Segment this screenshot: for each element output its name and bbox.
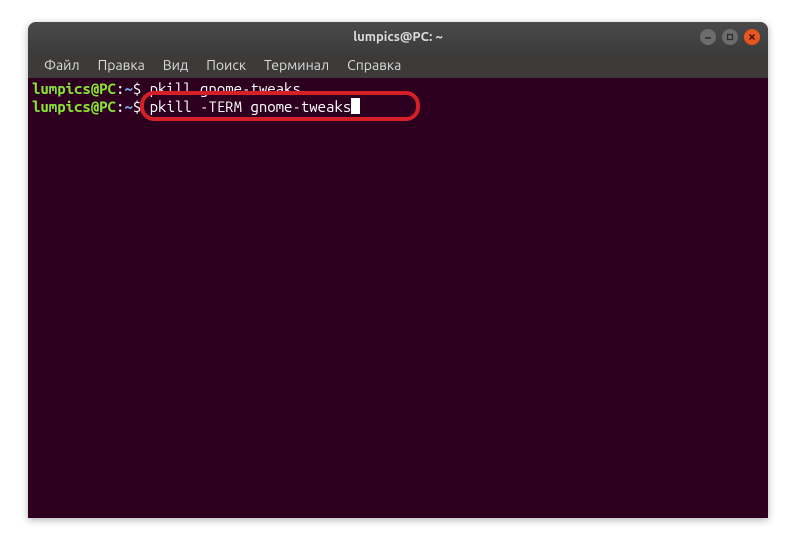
prompt-path: ~: [124, 98, 132, 116]
terminal-line: lumpics@PC:~$ pkill gnome-tweaks: [32, 80, 764, 98]
prompt-user: lumpics: [32, 98, 91, 116]
menu-help[interactable]: Справка: [339, 54, 409, 76]
prompt-dollar: $: [133, 80, 150, 98]
prompt-path: ~: [124, 80, 132, 98]
close-button[interactable]: [744, 29, 760, 45]
window-title: lumpics@PC: ~: [353, 30, 443, 44]
prompt-at: @: [91, 80, 99, 98]
command-text: pkill -TERM gnome-tweaks: [150, 98, 352, 116]
menu-file[interactable]: Файл: [36, 54, 88, 76]
maximize-button[interactable]: [722, 29, 738, 45]
prompt-host: PC: [99, 98, 116, 116]
terminal-window: lumpics@PC: ~ Файл Правка Вид Поиск Терм…: [28, 22, 768, 518]
prompt-dollar: $: [133, 98, 150, 116]
minimize-button[interactable]: [700, 29, 716, 45]
prompt-colon: :: [116, 80, 124, 98]
terminal-line: lumpics@PC:~$ pkill -TERM gnome-tweaks: [32, 98, 764, 116]
menu-terminal[interactable]: Терминал: [256, 54, 337, 76]
menubar: Файл Правка Вид Поиск Терминал Справка: [28, 52, 768, 78]
menu-edit[interactable]: Правка: [90, 54, 153, 76]
window-controls: [700, 29, 760, 45]
close-icon: [748, 33, 756, 41]
prompt-at: @: [91, 98, 99, 116]
menu-view[interactable]: Вид: [155, 54, 196, 76]
maximize-icon: [726, 33, 734, 41]
prompt-host: PC: [99, 80, 116, 98]
command-text: pkill gnome-tweaks: [150, 80, 301, 98]
menu-search[interactable]: Поиск: [198, 54, 254, 76]
terminal-body[interactable]: lumpics@PC:~$ pkill gnome-tweaks lumpics…: [28, 78, 768, 518]
prompt-user: lumpics: [32, 80, 91, 98]
prompt-colon: :: [116, 98, 124, 116]
titlebar[interactable]: lumpics@PC: ~: [28, 22, 768, 52]
cursor: [351, 98, 360, 114]
minimize-icon: [704, 33, 712, 41]
